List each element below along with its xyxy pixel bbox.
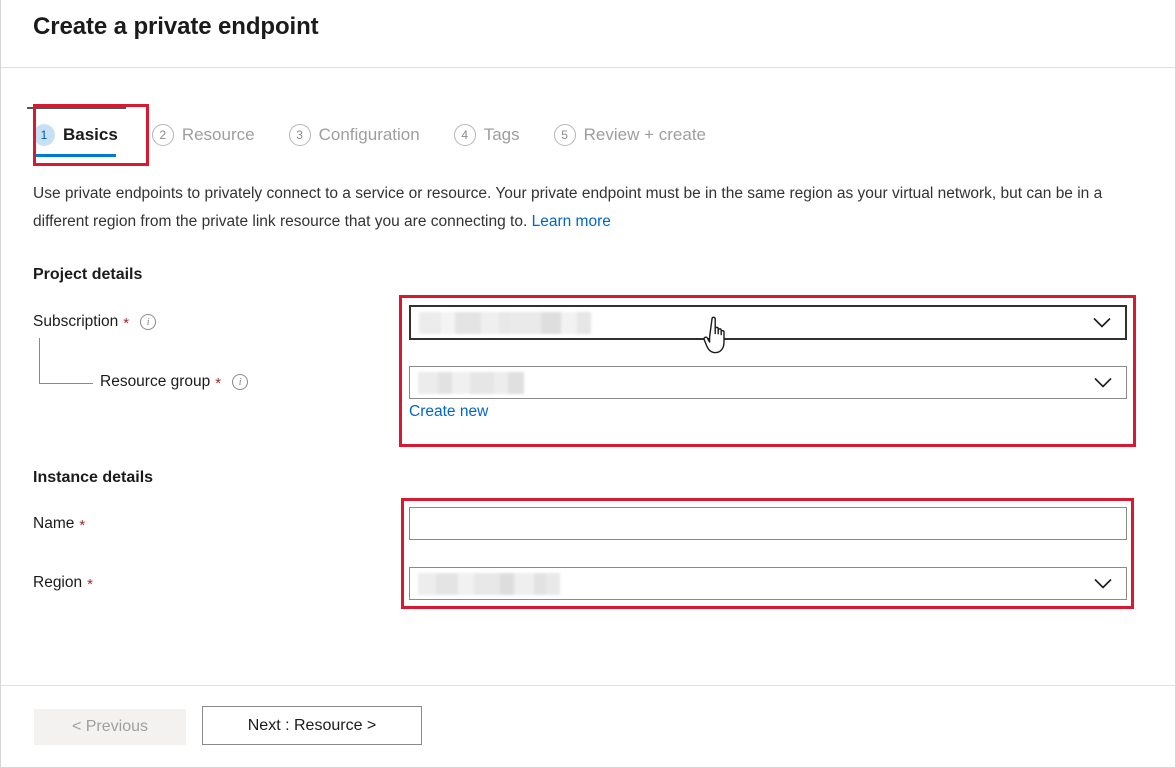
tab-basics-topline [27, 107, 126, 109]
page-header: Create a private endpoint [1, 0, 1175, 68]
wizard-tabs: 1 Basics 2 Resource 3 Configuration 4 Ta… [27, 107, 707, 160]
resource-group-value-redacted [418, 371, 524, 394]
create-new-resource-group-link[interactable]: Create new [409, 403, 488, 421]
subscription-value-redacted [419, 311, 591, 334]
region-label-text: Region [33, 574, 83, 591]
name-label-text: Name [33, 515, 75, 532]
tab-tags-number: 4 [453, 124, 476, 146]
tab-configuration-label: Configuration [318, 125, 420, 144]
chevron-down-icon [1094, 377, 1112, 388]
description-text: Use private endpoints to privately conne… [33, 180, 1118, 236]
next-resource-button[interactable]: Next : Resource > [202, 706, 422, 745]
wizard-footer: < Previous Next : Resource > [1, 685, 1175, 767]
instance-details-heading: Instance details [33, 469, 154, 486]
subscription-dropdown[interactable] [409, 305, 1127, 340]
previous-button[interactable]: < Previous [34, 709, 186, 745]
resource-group-info-icon[interactable]: i [232, 374, 249, 390]
tab-configuration[interactable]: 3 Configuration [288, 110, 420, 160]
tab-tags[interactable]: 4 Tags [453, 110, 520, 160]
region-label: Region * [33, 574, 93, 592]
resource-group-label-text: Resource group [100, 373, 211, 390]
project-details-heading: Project details [33, 266, 143, 283]
tab-basics[interactable]: 1 Basics [27, 107, 126, 160]
create-private-endpoint-page: Create a private endpoint 1 Basics 2 Res… [0, 0, 1176, 768]
resource-group-label: Resource group * i [100, 373, 249, 392]
resource-group-required-marker: * [215, 374, 222, 392]
tab-resource[interactable]: 2 Resource [151, 110, 255, 160]
chevron-down-icon [1093, 317, 1111, 328]
subscription-required-marker: * [123, 314, 130, 332]
subscription-label: Subscription * i [33, 313, 157, 332]
tab-review-create-label: Review + create [583, 125, 707, 144]
tab-basics-label: Basics [63, 125, 118, 144]
region-required-marker: * [87, 575, 93, 593]
tab-resource-label: Resource [181, 125, 255, 144]
tab-configuration-number: 3 [288, 124, 311, 146]
tab-resource-number: 2 [151, 124, 174, 146]
name-label: Name * [33, 515, 85, 533]
tab-review-create[interactable]: 5 Review + create [553, 110, 707, 160]
subscription-label-text: Subscription [33, 313, 119, 330]
region-dropdown[interactable] [409, 567, 1127, 600]
tab-basics-underline [35, 154, 116, 157]
learn-more-link[interactable]: Learn more [532, 213, 611, 230]
chevron-down-icon [1094, 578, 1112, 589]
name-required-marker: * [79, 516, 86, 534]
subscription-info-icon[interactable]: i [140, 314, 157, 330]
name-input[interactable] [409, 507, 1127, 540]
region-value-redacted [418, 572, 560, 595]
tab-review-create-number: 5 [553, 124, 576, 146]
tab-basics-number: 1 [33, 124, 55, 146]
field-tree-connector [39, 338, 93, 384]
page-title: Create a private endpoint [33, 13, 319, 40]
tab-tags-label: Tags [483, 125, 520, 144]
resource-group-dropdown[interactable] [409, 366, 1127, 399]
